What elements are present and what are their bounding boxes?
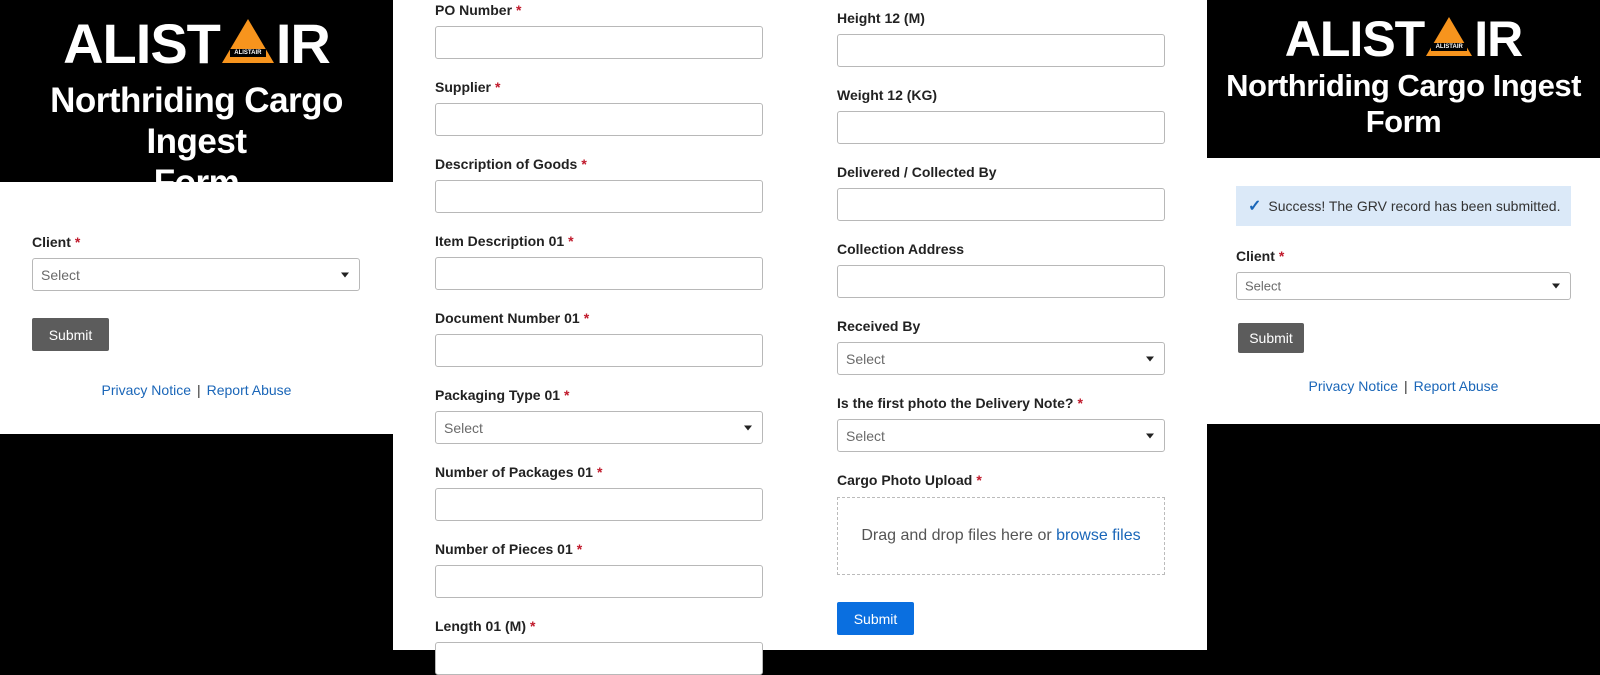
footer-links: Privacy Notice | Report Abuse xyxy=(1308,378,1499,394)
form-panel-initial: ALIST ALISTAIR IR Northriding Cargo Ingest… xyxy=(0,0,393,650)
collection-address-input[interactable] xyxy=(837,265,1165,298)
field-label-description-of-goods: Description of Goods * xyxy=(435,156,587,172)
supplier-input[interactable] xyxy=(435,103,763,136)
number-of-packages-input[interactable] xyxy=(435,488,763,521)
po-number-input[interactable] xyxy=(435,26,763,59)
field-label-weight: Weight 12 (KG) xyxy=(837,87,938,103)
weight-input[interactable] xyxy=(837,111,1165,144)
field-label-first-photo-delivery-note: Is the first photo the Delivery Note? * xyxy=(837,395,1083,411)
submit-button[interactable]: Submit xyxy=(32,318,109,351)
client-select[interactable]: Select xyxy=(1236,272,1571,300)
privacy-notice-link[interactable]: Privacy Notice xyxy=(102,382,191,398)
footer-links: Privacy Notice | Report Abuse xyxy=(101,382,292,398)
success-alert: ✓ Success! The GRV record has been submi… xyxy=(1236,186,1571,226)
page-title: Northriding Cargo Ingest Form xyxy=(1226,68,1581,139)
checkmark-icon: ✓ xyxy=(1248,198,1262,215)
logo-triangle-icon: ALISTAIR xyxy=(221,19,274,63)
privacy-notice-link[interactable]: Privacy Notice xyxy=(1309,378,1398,394)
browse-files-link[interactable]: browse files xyxy=(1056,527,1140,545)
field-label-packaging-type: Packaging Type 01 * xyxy=(435,387,570,403)
submit-button[interactable]: Submit xyxy=(1238,323,1304,353)
submit-button[interactable]: Submit xyxy=(837,602,914,635)
description-of-goods-input[interactable] xyxy=(435,180,763,213)
form-card: Client * Select Submit Privacy Notice | Rep… xyxy=(0,182,393,434)
client-label: Client * xyxy=(1236,248,1285,264)
form-card: ✓ Success! The GRV record has been submi… xyxy=(1207,158,1600,424)
packaging-type-select[interactable]: Select xyxy=(435,411,763,444)
field-label-document-number: Document Number 01 * xyxy=(435,310,590,326)
field-label-supplier: Supplier * xyxy=(435,79,501,95)
report-abuse-link[interactable]: Report Abuse xyxy=(207,382,292,398)
dropzone-text: Drag and drop files here or xyxy=(861,527,1052,544)
first-photo-delivery-note-select[interactable]: Select xyxy=(837,419,1165,452)
report-abuse-link[interactable]: Report Abuse xyxy=(1414,378,1499,394)
chevron-down-icon xyxy=(1552,283,1560,289)
length-input[interactable] xyxy=(435,642,763,675)
field-label-number-of-packages: Number of Packages 01 * xyxy=(435,464,603,480)
field-label-po-number: PO Number * xyxy=(435,2,522,18)
height-input[interactable] xyxy=(837,34,1165,67)
delivered-collected-by-input[interactable] xyxy=(837,188,1165,221)
chevron-down-icon xyxy=(744,425,752,430)
item-description-input[interactable] xyxy=(435,257,763,290)
field-label-item-description: Item Description 01 * xyxy=(435,233,574,249)
field-label-cargo-photo-upload: Cargo Photo Upload * xyxy=(837,472,982,488)
chevron-down-icon xyxy=(341,272,349,277)
form-panel-fields-part1: PO Number * Supplier * Description of Good… xyxy=(393,0,803,675)
success-message: Success! The GRV record has been submitt… xyxy=(1268,198,1561,214)
client-select[interactable]: Select xyxy=(32,258,360,291)
chevron-down-icon xyxy=(1146,433,1154,438)
field-label-height: Height 12 (M) xyxy=(837,10,925,26)
client-label: Client * xyxy=(32,234,81,250)
alistair-logo: ALIST ALISTAIR IR xyxy=(1284,11,1523,67)
number-of-pieces-input[interactable] xyxy=(435,565,763,598)
field-label-delivered-collected-by: Delivered / Collected By xyxy=(837,164,997,180)
document-number-input[interactable] xyxy=(435,334,763,367)
field-label-collection-address: Collection Address xyxy=(837,241,965,257)
form-panel-success: ALIST ALISTAIR IR Northriding Cargo Ingest… xyxy=(1207,0,1600,650)
field-label-number-of-pieces: Number of Pieces 01 * xyxy=(435,541,583,557)
field-label-received-by: Received By xyxy=(837,318,921,334)
logo-triangle-icon: ALISTAIR xyxy=(1426,17,1473,56)
form-panel-fields-part2: Height 12 (M) Weight 12 (KG) Delivered /… xyxy=(803,0,1207,650)
alistair-logo: ALIST ALISTAIR IR xyxy=(63,12,331,75)
received-by-select[interactable]: Select xyxy=(837,342,1165,375)
field-label-length: Length 01 (M) * xyxy=(435,618,536,634)
file-dropzone[interactable]: Drag and drop files here or browse files xyxy=(837,497,1165,575)
chevron-down-icon xyxy=(1146,356,1154,361)
